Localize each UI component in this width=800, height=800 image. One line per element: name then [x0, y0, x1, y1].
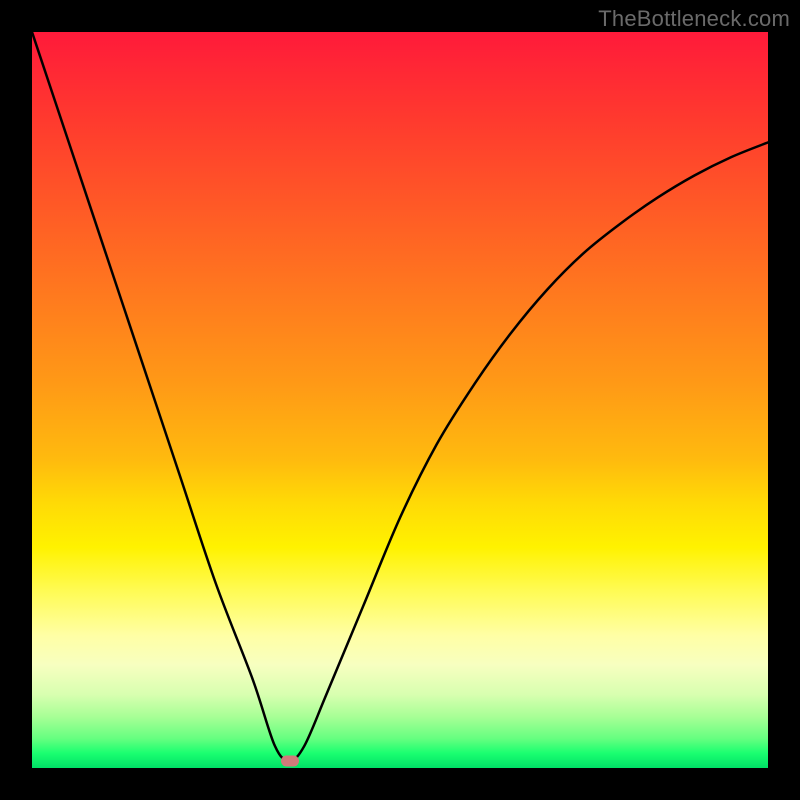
chart-frame: TheBottleneck.com	[0, 0, 800, 800]
plot-area	[32, 32, 768, 768]
watermark-text: TheBottleneck.com	[598, 6, 790, 32]
